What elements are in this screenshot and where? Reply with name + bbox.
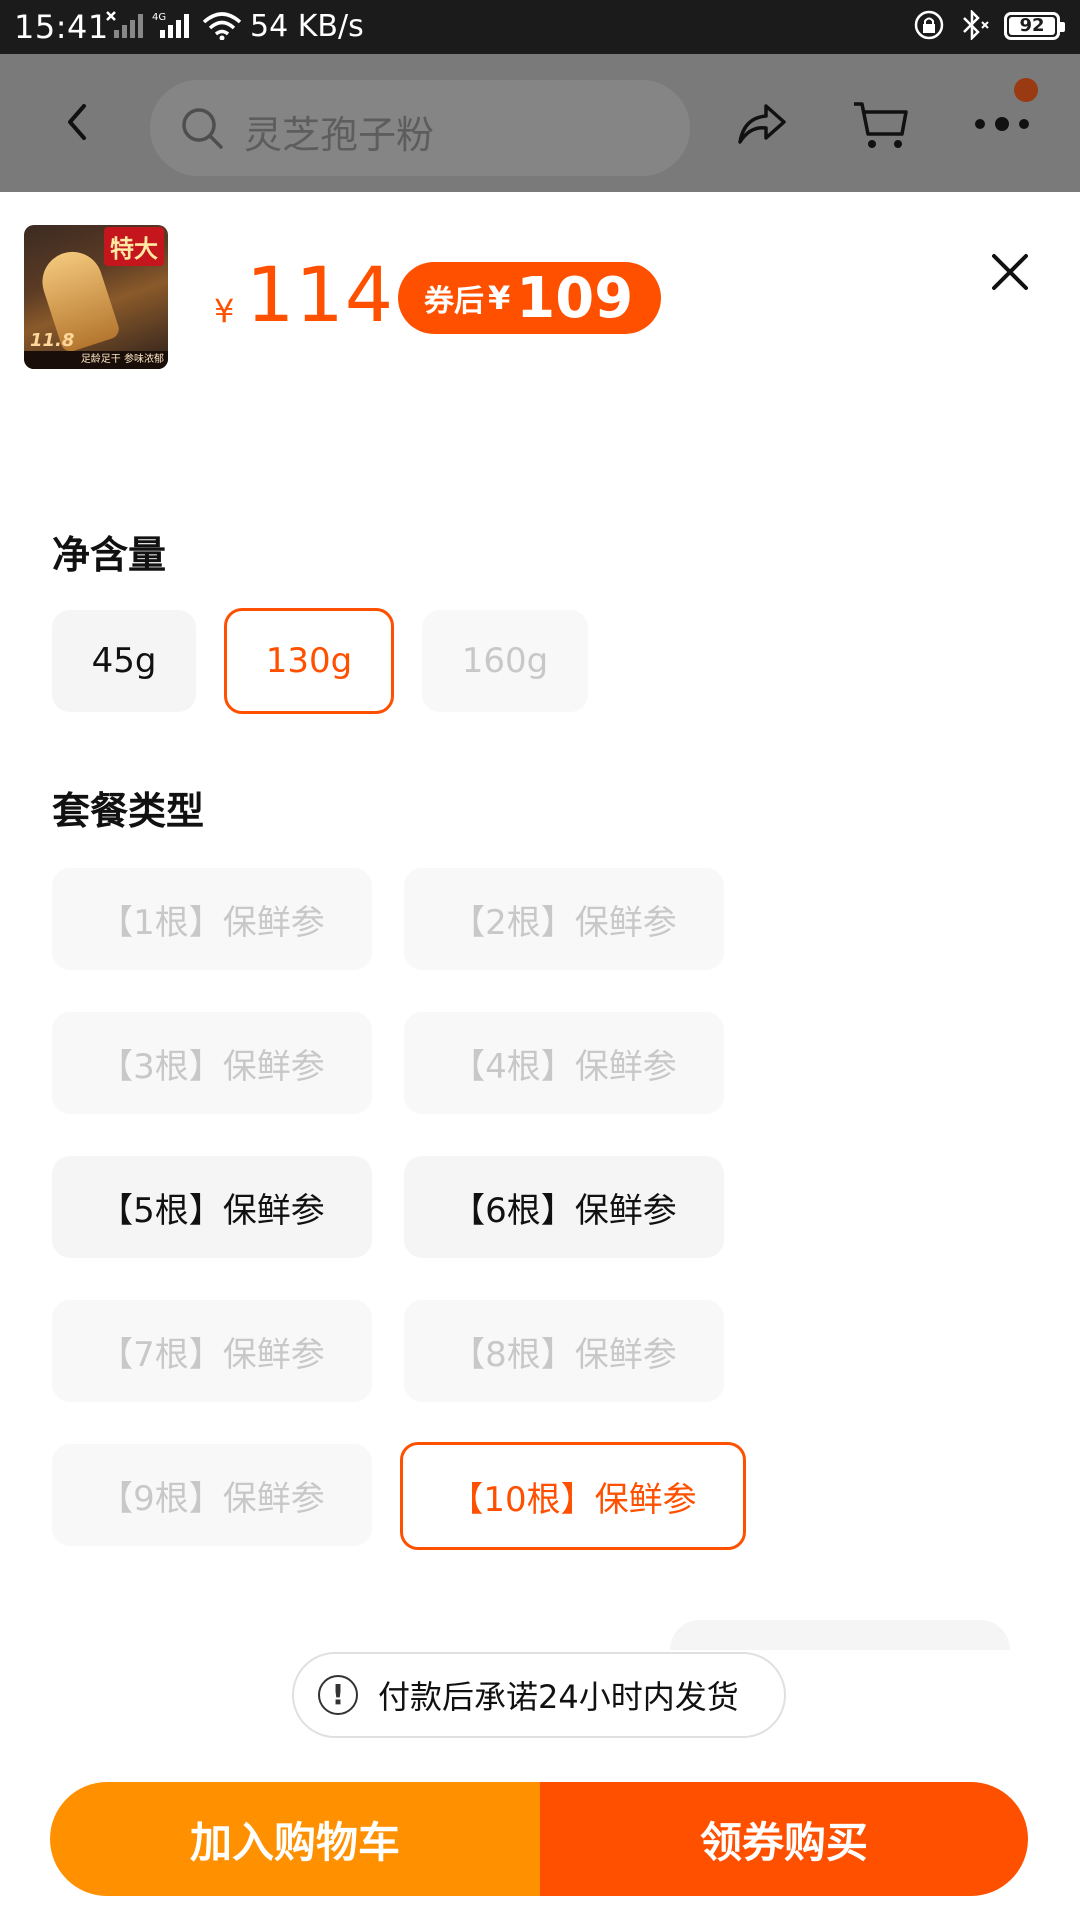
- back-arrow-icon[interactable]: [58, 102, 98, 142]
- more-icon[interactable]: [972, 116, 1032, 132]
- package-option-7[interactable]: 【7根】保鲜参: [52, 1300, 372, 1402]
- package-option-8[interactable]: 【8根】保鲜参: [404, 1300, 724, 1402]
- weight-option-160g[interactable]: 160g: [422, 610, 588, 712]
- coupon-price: 109: [516, 265, 634, 331]
- thumb-number: 11.8: [30, 330, 75, 351]
- package-option-4[interactable]: 【4根】保鲜参: [404, 1012, 724, 1114]
- shipping-notice-text: 付款后承诺24小时内发货: [378, 1678, 739, 1716]
- share-icon[interactable]: [736, 102, 788, 146]
- coupon-price-badge: 券后 ¥ 109: [398, 262, 662, 334]
- status-bar: 15:41 4G 54 KB/s 92: [0, 0, 1080, 54]
- partially-hidden-option: [670, 1620, 1010, 1650]
- price: 114: [246, 250, 395, 339]
- shipping-notice: ! 付款后承诺24小时内发货: [292, 1652, 786, 1738]
- close-icon[interactable]: [990, 252, 1030, 292]
- thumb-tag: 特大: [104, 227, 164, 266]
- package-option-1[interactable]: 【1根】保鲜参: [52, 868, 372, 970]
- coupon-label: 券后: [424, 284, 484, 319]
- package-option-9[interactable]: 【9根】保鲜参: [52, 1444, 372, 1546]
- thumb-caption: 足龄足干 参味浓郁: [24, 351, 168, 369]
- price-currency: ¥: [214, 292, 235, 330]
- network-type-label: 4G: [152, 12, 166, 23]
- notification-dot: [1014, 78, 1038, 102]
- battery-level: 92: [1009, 17, 1055, 35]
- buy-with-coupon-button[interactable]: 领券购买: [540, 1782, 1028, 1896]
- network-speed: 54 KB/s: [250, 9, 364, 44]
- bluetooth-icon: [963, 10, 989, 40]
- weight-option-45g[interactable]: 45g: [52, 610, 196, 712]
- product-thumbnail[interactable]: 特大 11.8 足龄足干 参味浓郁: [24, 225, 168, 369]
- search-placeholder: 灵芝孢子粉: [244, 113, 435, 157]
- package-type-title: 套餐类型: [52, 789, 205, 833]
- package-option-2[interactable]: 【2根】保鲜参: [404, 868, 724, 970]
- mobile-signal-icon: 4G: [152, 12, 189, 38]
- search-input[interactable]: 灵芝孢子粉: [150, 80, 690, 176]
- lock-rotation-icon: [914, 10, 944, 40]
- package-option-5[interactable]: 【5根】保鲜参: [52, 1156, 372, 1258]
- search-icon: [182, 108, 223, 149]
- cart-icon[interactable]: [852, 100, 910, 150]
- net-weight-title: 净含量: [52, 533, 167, 577]
- wifi-icon: [202, 12, 242, 40]
- battery-icon: 92: [1004, 12, 1065, 40]
- package-option-3[interactable]: 【3根】保鲜参: [52, 1012, 372, 1114]
- top-nav-bar: 灵芝孢子粉: [0, 54, 1080, 192]
- info-icon: !: [318, 1675, 358, 1715]
- status-time: 15:41: [14, 8, 109, 46]
- package-option-6[interactable]: 【6根】保鲜参: [404, 1156, 724, 1258]
- add-to-cart-button[interactable]: 加入购物车: [50, 1782, 540, 1896]
- weight-option-130g[interactable]: 130g: [224, 608, 394, 714]
- coupon-currency: ¥: [488, 279, 511, 317]
- package-option-10[interactable]: 【10根】保鲜参: [400, 1442, 746, 1550]
- no-sim-signal-icon: [106, 11, 143, 38]
